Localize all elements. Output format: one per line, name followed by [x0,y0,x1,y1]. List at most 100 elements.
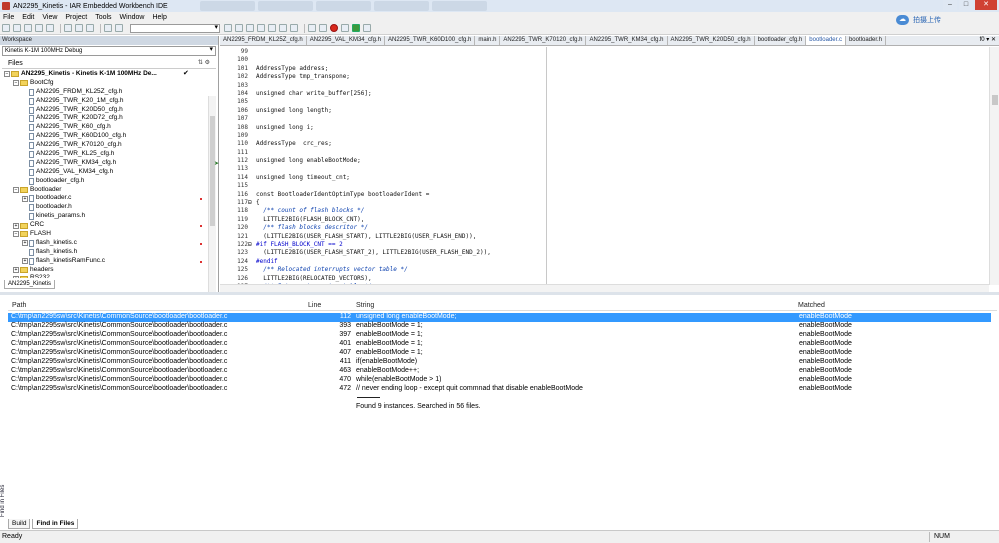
close-button[interactable]: ✕ [975,0,997,10]
menu-item-project[interactable]: Project [65,14,87,21]
fold-marker-icon[interactable] [248,249,256,257]
fold-marker-icon[interactable] [248,115,256,123]
expand-icon[interactable]: + [22,240,28,247]
tree-project[interactable]: − AN2295_Kinetis - Kinetis K-1M 100MHz De… [2,70,206,79]
expand-icon[interactable]: + [22,195,28,202]
editor-tab[interactable]: bootloader.h [846,36,886,45]
redo-icon[interactable] [115,24,123,32]
tree-file[interactable]: AN2295_TWR_K70120_cfg.h [2,141,206,150]
editor-horizontal-scrollbar[interactable] [220,284,989,292]
result-row[interactable]: C:\tmp\an2295sw\src\Kinetis\CommonSource… [8,385,991,394]
tree-folder[interactable]: + CRC [2,221,206,230]
fold-marker-icon[interactable] [248,266,256,274]
fold-marker-icon[interactable] [248,275,256,283]
tree-file[interactable]: AN2295_TWR_KL25_cfg.h [2,150,206,159]
tree-file[interactable]: AN2295_TWR_K60D100_cfg.h [2,132,206,141]
toggle-breakpoint-icon[interactable] [341,24,349,32]
tree-folder[interactable]: − Bootloader [2,186,206,195]
fold-marker-icon[interactable] [248,165,256,173]
string-column-header[interactable]: String [356,302,374,309]
collapse-icon[interactable]: − [4,71,10,78]
save-icon[interactable] [24,24,32,32]
fold-marker-icon[interactable] [248,224,256,232]
fold-marker-icon[interactable] [248,216,256,224]
fold-marker-icon[interactable] [248,182,256,190]
fold-marker-icon[interactable] [248,107,256,115]
copy-icon[interactable] [75,24,83,32]
cut-icon[interactable] [64,24,72,32]
fold-marker-icon[interactable] [248,73,256,81]
menu-item-help[interactable]: Help [152,14,166,21]
find-icon[interactable] [224,24,232,32]
fold-marker-icon[interactable] [248,207,256,215]
tree-folder[interactable]: + RS232 [2,274,206,278]
workspace-tab[interactable]: AN2295_Kinetis [4,280,56,289]
stop-build-icon[interactable] [330,24,338,32]
column-options-icon[interactable]: ⇅ ⚙ [198,59,210,66]
fold-marker-icon[interactable] [248,174,256,182]
expand-icon[interactable]: + [13,267,19,274]
path-column-header[interactable]: Path [12,302,26,309]
editor-tab[interactable]: AN2295_TWR_KM34_cfg.h [586,36,668,45]
tree-folder[interactable]: − BootCfg [2,79,206,88]
fold-marker-icon[interactable] [248,65,256,73]
editor-tab[interactable]: bootloader.c [806,36,846,45]
fold-marker-icon[interactable] [248,132,256,140]
minimize-button[interactable]: – [943,0,957,10]
make-icon[interactable] [319,24,327,32]
save-all-icon[interactable] [35,24,43,32]
fold-marker-icon[interactable] [248,258,256,266]
editor-vertical-scrollbar[interactable] [989,47,999,285]
fold-marker-icon[interactable]: ⊟ [248,241,256,249]
fold-marker-icon[interactable] [248,48,256,56]
menu-item-view[interactable]: View [42,14,57,21]
tree-folder[interactable]: + headers [2,266,206,275]
editor-tab[interactable]: AN2295_TWR_K20D50_cfg.h [668,36,755,45]
tree-file[interactable]: AN2295_TWR_K60_cfg.h [2,123,206,132]
tree-file[interactable]: AN2295_TWR_K20D72_cfg.h [2,114,206,123]
collapse-icon[interactable]: − [13,80,19,87]
editor-tab[interactable]: AN2295_FRDM_KL25Z_cfg.h [220,36,307,45]
fold-marker-icon[interactable] [248,56,256,64]
tree-file[interactable]: bootloader.h [2,203,206,212]
fold-marker-icon[interactable] [248,90,256,98]
tree-file[interactable]: kinetis_params.h [2,212,206,221]
code-area[interactable]: AddressType address; AddressType tmp_tran… [256,48,756,284]
tree-file[interactable]: flash_kinetis.h [2,248,206,257]
go-to-icon[interactable] [257,24,265,32]
paste-icon[interactable] [86,24,94,32]
line-column-header[interactable]: Line [308,302,321,309]
menu-item-file[interactable]: File [3,14,14,21]
undo-icon[interactable] [104,24,112,32]
find-next-icon[interactable] [235,24,243,32]
fold-marker-icon[interactable] [248,140,256,148]
configuration-select[interactable]: Kinetis K-1M 100MHz Debug [2,46,216,56]
new-file-icon[interactable] [2,24,10,32]
editor-tab[interactable]: AN2295_TWR_K70120_cfg.h [500,36,587,45]
result-row[interactable]: C:\tmp\an2295sw\src\Kinetis\CommonSource… [8,340,991,349]
tree-file[interactable]: AN2295_FRDM_KL25Z_cfg.h [2,88,206,97]
debug-without-download-icon[interactable] [363,24,371,32]
collapse-icon[interactable]: − [13,187,19,194]
fold-marker-icon[interactable]: ⊟ [248,199,256,207]
find-combo-box[interactable] [130,23,220,33]
expand-icon[interactable]: + [13,222,19,229]
result-row[interactable]: C:\tmp\an2295sw\src\Kinetis\CommonSource… [8,331,991,340]
tree-file[interactable]: AN2295_TWR_KM34_cfg.h [2,159,206,168]
editor-tab[interactable]: AN2295_TWR_K60D100_cfg.h [385,36,476,45]
editor-tab[interactable]: bootloader_cfg.h [755,36,807,45]
tree-file[interactable]: AN2295_TWR_K20D50_cfg.h [2,106,206,115]
compile-icon[interactable] [308,24,316,32]
editor-tab[interactable]: AN2295_VAL_KM34_cfg.h [307,36,385,45]
fold-marker-icon[interactable] [248,149,256,157]
tab-find-in-files[interactable]: Find in Files [32,519,79,529]
tab-build[interactable]: Build [8,519,31,529]
workspace-scrollbar[interactable] [208,96,216,316]
fold-marker-icon[interactable] [248,124,256,132]
tree-file[interactable]: AN2295_TWR_K20_1M_cfg.h [2,97,206,106]
editor-tab[interactable]: main.h [475,36,501,45]
navigate-back-icon[interactable] [279,24,287,32]
matched-column-header[interactable]: Matched [798,302,825,309]
tree-file[interactable]: bootloader_cfg.h [2,177,206,186]
result-row[interactable]: C:\tmp\an2295sw\src\Kinetis\CommonSource… [8,322,991,331]
